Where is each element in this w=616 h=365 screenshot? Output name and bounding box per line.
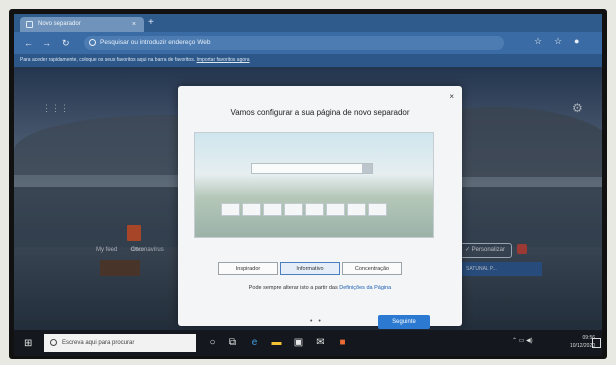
mail-icon[interactable]: ✉ xyxy=(314,336,327,349)
address-bar[interactable]: Pesquisar ou introduzir endereço Web xyxy=(84,36,504,50)
edge-icon[interactable]: e xyxy=(248,336,261,349)
windows-start-icon[interactable]: ⊞ xyxy=(24,338,32,349)
taskbar-search-placeholder: Escreva aqui para procurar xyxy=(62,340,135,346)
preview-tiles xyxy=(221,203,411,216)
preview-tile xyxy=(326,203,345,216)
action-center-icon[interactable] xyxy=(592,338,601,348)
taskbar: ⊞ Escreva aqui para procurar ○ ⧉ e ▬ ▣ ✉… xyxy=(14,330,602,356)
close-icon[interactable]: × xyxy=(449,92,454,101)
store-icon[interactable]: ▣ xyxy=(292,336,305,349)
tab-title: Novo separador xyxy=(38,21,81,27)
address-placeholder: Pesquisar ou introduzir endereço Web xyxy=(100,39,211,46)
preview-search-icon xyxy=(362,164,372,173)
search-icon xyxy=(50,339,57,346)
taskbar-search[interactable]: Escreva aqui para procurar xyxy=(44,334,196,352)
new-tab-button[interactable]: + xyxy=(148,16,154,30)
tab-new-tab[interactable]: Novo separador × xyxy=(20,17,144,32)
preview-tile xyxy=(263,203,282,216)
tab-strip: Novo separador × + xyxy=(14,14,602,32)
cortana-icon[interactable]: ○ xyxy=(206,336,219,349)
task-view-icon[interactable]: ⧉ xyxy=(226,336,239,349)
profile-icon[interactable]: ● xyxy=(574,36,579,46)
setup-dialog: × Vamos configurar a sua página de novo … xyxy=(178,86,462,329)
office-app-icon[interactable]: ■ xyxy=(336,336,349,349)
settings-note-text: Pode sempre alterar isto a partir das xyxy=(248,285,340,291)
preview-tile xyxy=(347,203,366,216)
page-icon xyxy=(26,21,33,28)
preview-tile xyxy=(305,203,324,216)
favorites-bar-message: Para aceder rapidamente, coloque os seus… xyxy=(20,57,196,63)
next-button[interactable]: Seguinte xyxy=(378,315,430,329)
forward-icon[interactable]: → xyxy=(42,37,51,49)
preview-tile xyxy=(242,203,261,216)
back-icon[interactable]: ← xyxy=(24,37,33,49)
favorites-bar: Para aceder rapidamente, coloque os seus… xyxy=(14,54,602,67)
settings-note: Pode sempre alterar isto a partir das De… xyxy=(178,285,462,291)
system-tray[interactable]: ⌃ ▭ ◀) xyxy=(512,337,533,344)
preview-tile xyxy=(368,203,387,216)
layout-preview xyxy=(194,132,434,238)
dialog-title: Vamos configurar a sua página de novo se… xyxy=(230,108,410,117)
screen: Novo separador × + ← → ↻ Pesquisar ou in… xyxy=(14,14,602,356)
preview-tile xyxy=(221,203,240,216)
close-tab-icon[interactable]: × xyxy=(132,17,136,32)
option-inspirational[interactable]: Inspirador xyxy=(218,262,278,275)
option-informational[interactable]: Informativo xyxy=(280,262,340,275)
step-indicator: • • xyxy=(310,318,323,325)
import-favorites-link[interactable]: Importar favoritos agora xyxy=(197,57,250,63)
page-settings-link[interactable]: Definições da Página xyxy=(339,285,391,291)
preview-tile xyxy=(284,203,303,216)
refresh-icon[interactable]: ↻ xyxy=(62,37,70,49)
search-icon xyxy=(89,39,96,46)
option-focused[interactable]: Concentração xyxy=(342,262,402,275)
collections-icon[interactable]: ☆ xyxy=(554,36,562,47)
file-explorer-icon[interactable]: ▬ xyxy=(270,336,283,349)
navigation-bar: ← → ↻ Pesquisar ou introduzir endereço W… xyxy=(14,32,602,54)
favorites-star-icon[interactable]: ☆ xyxy=(534,36,542,47)
layout-options: Inspirador Informativo Concentração xyxy=(218,262,408,276)
preview-search-box xyxy=(251,163,373,174)
